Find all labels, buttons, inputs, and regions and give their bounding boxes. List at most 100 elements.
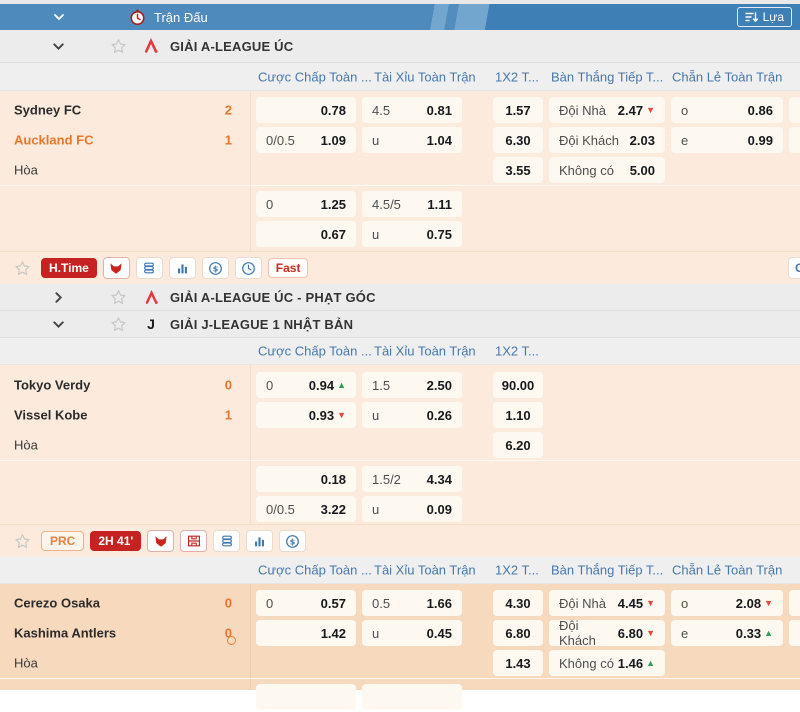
league-title: GIẢI A-LEAGUE ÚC - PHẠT GÓC bbox=[170, 290, 376, 305]
odds-cell-under-alt[interactable]: u0.75 bbox=[362, 221, 462, 247]
odds-cell-handicap[interactable]: 0/0.51.09 bbox=[256, 127, 356, 153]
odds-cell-1x2-away[interactable]: 6.30 bbox=[493, 127, 543, 153]
odds-cell-handicap[interactable]: 0.78 bbox=[256, 97, 356, 123]
match-tracker-icon[interactable] bbox=[180, 530, 207, 552]
odds-cell-next-goal-home[interactable]: Đội Nhà4.45▼ bbox=[549, 590, 665, 616]
league-row-jleague[interactable]: J GIẢI J-LEAGUE 1 NHẬT BẢN bbox=[0, 311, 800, 338]
odds-cell-next-goal-none[interactable]: Không có5.00 bbox=[549, 157, 665, 183]
odds-cell-partial[interactable] bbox=[789, 127, 800, 153]
bar-chart-icon[interactable] bbox=[246, 530, 273, 552]
odds-cell-handicap-alt[interactable]: 01.25 bbox=[256, 191, 356, 217]
aleague-logo-icon bbox=[142, 290, 160, 305]
filter-sort-label: Lựa bbox=[763, 10, 784, 24]
chevron-down-icon[interactable] bbox=[51, 39, 66, 54]
odds-cell-handicap[interactable]: 00.94▲ bbox=[256, 372, 356, 398]
odds-cell-1x2-draw[interactable]: 3.55 bbox=[493, 157, 543, 183]
odds-cell-1x2-home[interactable]: 90.00 bbox=[493, 372, 543, 398]
column-header-next-goal: Bàn Thắng Tiếp T... bbox=[551, 69, 663, 84]
history-clock-icon[interactable] bbox=[235, 257, 262, 279]
odds-cell-handicap-alt[interactable]: 0/0.53.22 bbox=[256, 496, 356, 522]
bar-chart-icon[interactable] bbox=[169, 257, 196, 279]
matches-header-bar: Trận Đấu Lựa bbox=[0, 4, 800, 30]
odds-cell-odd[interactable]: o2.08▼ bbox=[671, 590, 783, 616]
odds-cell-even[interactable]: e0.33▲ bbox=[671, 620, 783, 646]
column-header-over-under: Tài Xỉu Toàn Trận bbox=[374, 563, 476, 578]
league-row-aleague[interactable]: GIẢI A-LEAGUE ÚC bbox=[0, 30, 800, 63]
match-toolbar-tokyo: PRC 2H 41' $ bbox=[0, 524, 800, 557]
odds-cell-1x2-draw[interactable]: 1.43 bbox=[493, 650, 543, 676]
odds-cell-under[interactable]: u0.26 bbox=[362, 402, 462, 428]
odds-cell-handicap-alt[interactable] bbox=[256, 684, 356, 710]
draw-label: Hòa bbox=[14, 438, 38, 453]
odds-cell-over[interactable]: 0.51.66 bbox=[362, 590, 462, 616]
chevron-down-icon[interactable] bbox=[52, 10, 66, 24]
odds-cell-partial[interactable] bbox=[789, 620, 800, 646]
star-icon[interactable] bbox=[110, 289, 127, 306]
home-team-name: Tokyo Verdy bbox=[14, 378, 90, 393]
chevron-down-icon[interactable] bbox=[51, 317, 66, 332]
home-team-name: Cerezo Osaka bbox=[14, 596, 100, 611]
odds-cell-over-alt[interactable]: 4.5/51.11 bbox=[362, 191, 462, 217]
filter-sort-icon bbox=[745, 11, 758, 23]
stats-stack-icon[interactable] bbox=[136, 257, 163, 279]
star-icon[interactable] bbox=[14, 260, 31, 277]
home-team-score: 2 bbox=[206, 103, 232, 118]
column-header-handicap: Cược Chấp Toàn ... bbox=[258, 69, 372, 84]
fast-market-button[interactable]: Fast bbox=[268, 258, 309, 278]
odds-cell-over[interactable]: 4.50.81 bbox=[362, 97, 462, 123]
fox-live-icon[interactable] bbox=[147, 530, 174, 552]
column-header-next-goal: Bàn Thắng Tiếp T... bbox=[551, 563, 663, 578]
odds-cell-handicap-alt[interactable]: 0.18 bbox=[256, 466, 356, 492]
column-header-odd-even: Chẵn Lẻ Toàn Trận bbox=[672, 69, 782, 84]
star-icon[interactable] bbox=[110, 38, 127, 55]
fox-live-icon[interactable] bbox=[103, 257, 130, 279]
away-team-score: 1 bbox=[206, 408, 232, 423]
odds-cell-handicap[interactable]: 00.57 bbox=[256, 590, 356, 616]
trend-down-icon: ▼ bbox=[646, 629, 655, 638]
prc-badge: PRC bbox=[41, 531, 84, 551]
odds-cell-even[interactable]: e0.99 bbox=[671, 127, 783, 153]
star-icon[interactable] bbox=[14, 533, 31, 550]
stats-stack-icon[interactable] bbox=[213, 530, 240, 552]
league-title: GIẢI J-LEAGUE 1 NHẬT BẢN bbox=[170, 317, 353, 332]
odds-cell-1x2-home[interactable]: 1.57 bbox=[493, 97, 543, 123]
chevron-right-icon[interactable] bbox=[51, 290, 66, 305]
draw-label: Hòa bbox=[14, 163, 38, 178]
odds-cell-over-alt[interactable] bbox=[362, 684, 462, 710]
trend-up-icon: ▲ bbox=[337, 381, 346, 390]
odds-cell-under-alt[interactable]: u0.09 bbox=[362, 496, 462, 522]
odds-cell-next-goal-away[interactable]: Đội Khách2.03 bbox=[549, 127, 665, 153]
odds-cell-next-goal-none[interactable]: Không có1.46▲ bbox=[549, 650, 665, 676]
star-icon[interactable] bbox=[110, 316, 127, 333]
odds-column-header-row: Cược Chấp Toàn ... Tài Xỉu Toàn Trận 1X2… bbox=[0, 338, 800, 365]
indicator-dot bbox=[227, 636, 236, 645]
filter-sort-button[interactable]: Lựa bbox=[737, 7, 792, 27]
odds-cell-odd[interactable]: o0.86 bbox=[671, 97, 783, 123]
odds-cell-handicap-alt[interactable]: 0.67 bbox=[256, 221, 356, 247]
odds-cell-under[interactable]: u0.45 bbox=[362, 620, 462, 646]
odds-cell-handicap[interactable]: 1.42 bbox=[256, 620, 356, 646]
odds-cell-partial[interactable] bbox=[789, 590, 800, 616]
odds-cell-partial[interactable] bbox=[789, 97, 800, 123]
odds-cell-1x2-home[interactable]: 4.30 bbox=[493, 590, 543, 616]
home-team-name: Sydney FC bbox=[14, 103, 81, 118]
odds-cell-1x2-draw[interactable]: 6.20 bbox=[493, 432, 543, 458]
cashout-dollar-icon[interactable]: $ bbox=[202, 257, 229, 279]
odds-cell-over-alt[interactable]: 1.5/24.34 bbox=[362, 466, 462, 492]
corner-partial-button[interactable]: C bbox=[788, 257, 800, 279]
odds-cell-over[interactable]: 1.52.50 bbox=[362, 372, 462, 398]
odds-cell-handicap[interactable]: 0.93▼ bbox=[256, 402, 356, 428]
odds-cell-next-goal-home[interactable]: Đội Nhà2.47▼ bbox=[549, 97, 665, 123]
svg-text:$: $ bbox=[290, 537, 296, 546]
odds-column-header-row: Cược Chấp Toàn ... Tài Xỉu Toàn Trận 1X2… bbox=[0, 63, 800, 91]
odds-cell-1x2-away[interactable]: 6.80 bbox=[493, 620, 543, 646]
trend-up-icon: ▲ bbox=[764, 629, 773, 638]
odds-cell-next-goal-away[interactable]: Đội Khách6.80▼ bbox=[549, 620, 665, 646]
trend-down-icon: ▼ bbox=[646, 599, 655, 608]
column-header-1x2: 1X2 T... bbox=[495, 563, 539, 578]
draw-label: Hòa bbox=[14, 656, 38, 671]
cashout-dollar-icon[interactable]: $ bbox=[279, 530, 306, 552]
odds-cell-1x2-away[interactable]: 1.10 bbox=[493, 402, 543, 428]
league-row-aleague-corners[interactable]: GIẢI A-LEAGUE ÚC - PHẠT GÓC bbox=[0, 284, 800, 311]
odds-cell-under[interactable]: u1.04 bbox=[362, 127, 462, 153]
